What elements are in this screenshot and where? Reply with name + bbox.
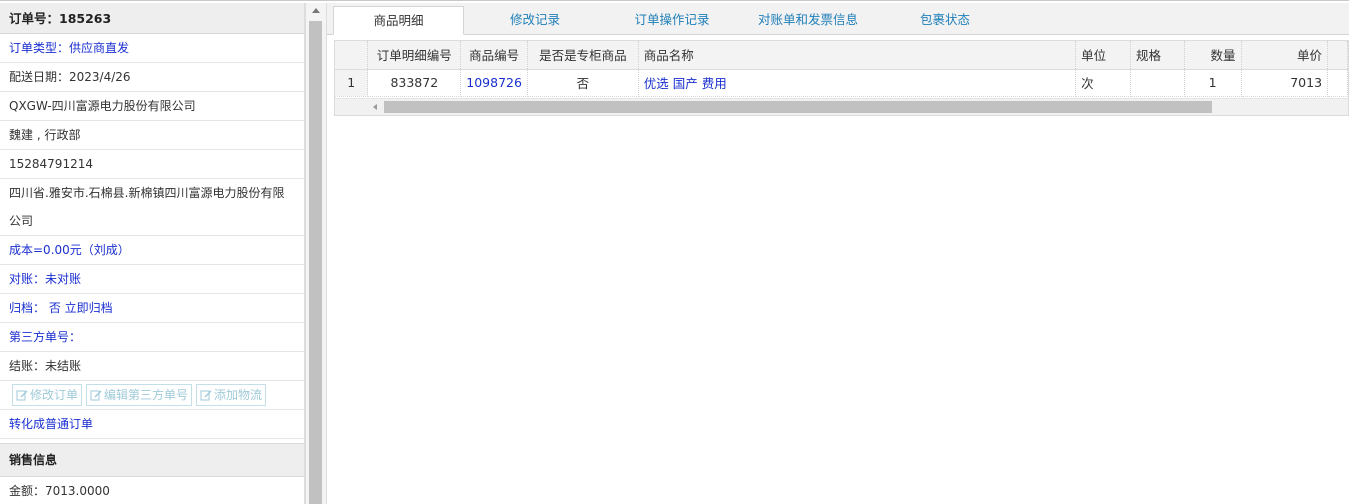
header-is-counter[interactable]: 是否是专柜商品 (527, 41, 639, 70)
filler-cell (1327, 69, 1348, 97)
edit-icon (16, 390, 28, 401)
archive-row: 归档： 否 立即归档 (0, 294, 304, 323)
tab-statement-invoice[interactable]: 对账单和发票信息 (745, 6, 871, 35)
order-type: 订单类型：供应商直发 (0, 34, 304, 63)
header-product-name[interactable]: 商品名称 (638, 41, 1077, 70)
grid-horizontal-scrollbar[interactable] (335, 98, 1348, 115)
row-number: 1 (335, 69, 369, 97)
third-party-number: 第三方单号： (0, 323, 304, 352)
delivery-address: 四川省.雅安市.石棉县.新棉镇四川富源电力股份有限公司 (0, 179, 304, 236)
contact-person: 魏建 , 行政部 (0, 121, 304, 150)
quantity-cell: 1 (1184, 69, 1242, 97)
tab-modification-log[interactable]: 修改记录 (481, 6, 589, 35)
edit-icon (90, 390, 102, 401)
scroll-left-icon[interactable] (373, 104, 377, 110)
order-info-panel: 订单号：185263 订单类型：供应商直发 配送日期：2023/4/26 QXG… (0, 3, 305, 504)
tab-package-status[interactable]: 包裹状态 (895, 6, 995, 35)
header-unit-price[interactable]: 单价 (1241, 41, 1329, 70)
unit-price-cell: 7013 (1241, 69, 1329, 97)
order-number: 订单号：185263 (0, 3, 304, 34)
sales-amount: 金额：7013.0000 (0, 477, 304, 504)
delivery-date: 配送日期：2023/4/26 (0, 63, 304, 92)
edit-icon (200, 390, 212, 401)
product-name-link[interactable]: 优选 国产 费用 (638, 69, 1077, 97)
header-unit[interactable]: 单位 (1075, 41, 1131, 70)
reconcile-status: 对账：未对账 (0, 265, 304, 294)
product-grid: 订单明细编号 商品编号 是否是专柜商品 商品名称 单位 规格 数量 单价 1 8… (334, 40, 1349, 116)
spec-cell (1130, 69, 1185, 97)
detail-panel: 商品明细 修改记录 订单操作记录 对账单和发票信息 包裹状态 订单明细编号 商品… (327, 3, 1349, 504)
header-rownum (335, 41, 369, 70)
add-logistics-label: 添加物流 (214, 388, 263, 402)
header-spec[interactable]: 规格 (1130, 41, 1185, 70)
header-quantity[interactable]: 数量 (1184, 41, 1242, 70)
action-buttons: 修改订单 编辑第三方单号 添加物流 (0, 381, 304, 410)
horizontal-scrollbar-thumb[interactable] (384, 101, 1212, 113)
scroll-up-icon[interactable] (312, 8, 320, 13)
company-name: QXGW-四川富源电力股份有限公司 (0, 92, 304, 121)
is-counter-cell: 否 (527, 69, 639, 97)
header-detail-id[interactable]: 订单明细编号 (367, 41, 462, 70)
tab-bar: 商品明细 修改记录 订单操作记录 对账单和发票信息 包裹状态 (327, 3, 1349, 35)
archive-now-link[interactable]: 立即归档 (65, 301, 113, 315)
settlement-status: 结账：未结账 (0, 352, 304, 381)
phone-number: 15284791214 (0, 150, 304, 179)
cost-info: 成本=0.00元（刘成） (0, 236, 304, 265)
add-logistics-button[interactable]: 添加物流 (196, 384, 267, 406)
detail-id-cell: 833872 (367, 69, 462, 97)
archive-status: 归档： 否 (9, 301, 61, 315)
tab-product-details[interactable]: 商品明细 (333, 6, 464, 35)
edit-third-party-button[interactable]: 编辑第三方单号 (86, 384, 193, 406)
edit-order-label: 修改订单 (30, 388, 79, 402)
unit-cell: 次 (1075, 69, 1131, 97)
edit-order-button[interactable]: 修改订单 (12, 384, 83, 406)
product-id-link[interactable]: 1098726 (460, 69, 528, 97)
edit-third-party-label: 编辑第三方单号 (104, 388, 189, 402)
table-header-row: 订单明细编号 商品编号 是否是专柜商品 商品名称 单位 规格 数量 单价 (335, 41, 1348, 70)
scrollbar-thumb[interactable] (309, 21, 322, 504)
header-filler (1327, 41, 1348, 70)
convert-to-normal-order-link[interactable]: 转化成普通订单 (0, 410, 304, 439)
left-panel-scrollbar[interactable] (305, 3, 327, 504)
product-table: 订单明细编号 商品编号 是否是专柜商品 商品名称 单位 规格 数量 单价 1 8… (335, 41, 1348, 97)
header-product-id[interactable]: 商品编号 (460, 41, 528, 70)
tab-operation-log[interactable]: 订单操作记录 (609, 6, 735, 35)
table-row[interactable]: 1 833872 1098726 否 优选 国产 费用 次 1 7013 (335, 69, 1348, 97)
sales-info-title: 销售信息 (0, 443, 304, 477)
